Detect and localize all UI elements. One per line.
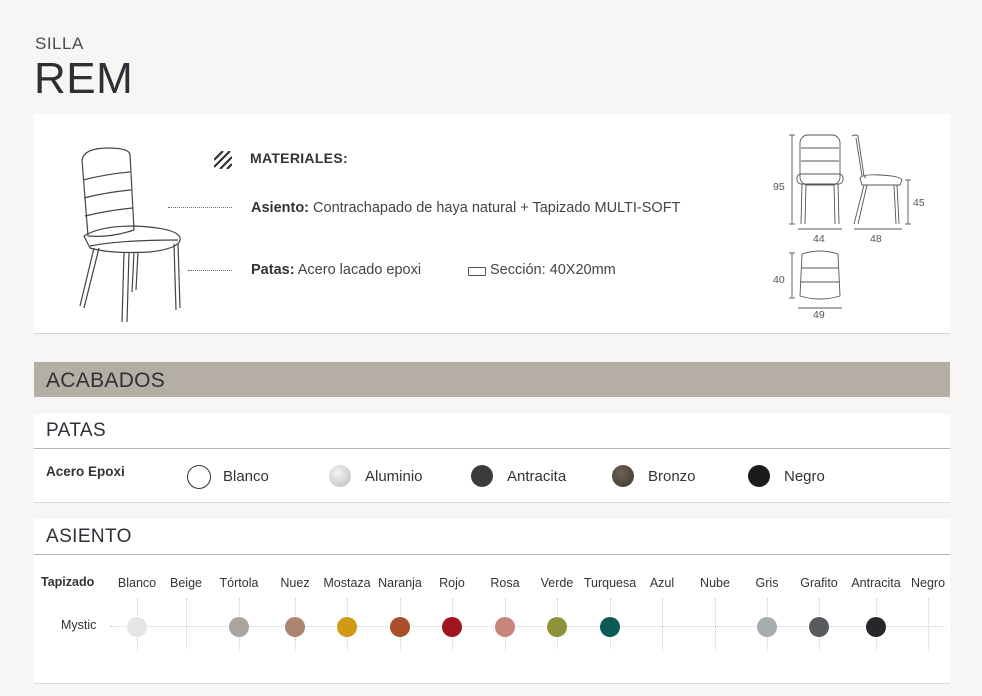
legs-swatch-label: Aluminio: [365, 468, 423, 485]
product-type: SILLA: [35, 34, 84, 53]
fabric-swatch-mostaza[interactable]: [337, 617, 357, 637]
fabric-swatch-gris[interactable]: [757, 617, 777, 637]
fabric-swatch-blanco[interactable]: [127, 617, 147, 637]
fabric-color-header: Naranja: [378, 576, 422, 590]
fabric-row-label: Mystic: [61, 618, 97, 632]
fabric-swatch-grafito[interactable]: [809, 617, 829, 637]
fabric-color-header: Grafito: [800, 576, 838, 590]
finishes-title: ACABADOS: [46, 369, 166, 392]
legs-swatch-label: Blanco: [223, 468, 269, 485]
fabric-swatch-rosa[interactable]: [495, 617, 515, 637]
chair-illustration: [79, 147, 181, 323]
legs-swatch-label: Negro: [784, 468, 825, 485]
fabric-color-header: Mostaza: [323, 576, 371, 590]
fabric-color-header: Beige: [170, 576, 202, 590]
legs-finish-card: [34, 414, 950, 503]
fabric-color-header: Nuez: [280, 576, 310, 590]
fabric-color-header: Azul: [649, 576, 675, 590]
materials-heading: MATERIALES:: [250, 150, 348, 166]
fabric-swatch-verde[interactable]: [547, 617, 567, 637]
fabric-color-header: Gris: [755, 576, 779, 590]
fabric-color-header: Blanco: [117, 576, 157, 590]
section-spec: Sección: 40X20mm: [490, 262, 616, 278]
dimension-drawings: [789, 134, 911, 309]
fabric-color-header: Rosa: [490, 576, 520, 590]
seat-finish-card: [34, 519, 950, 684]
dimension-depth-side: 48: [870, 233, 882, 245]
materials-icon: [214, 151, 232, 169]
legs-swatch-bronzo[interactable]: [612, 465, 634, 487]
fabric-swatch-tórtola[interactable]: [229, 617, 249, 637]
legs-material-text: Acero lacado epoxi: [294, 262, 422, 278]
fabric-color-header: Tórtola: [219, 576, 259, 590]
fabric-swatch-antracita[interactable]: [866, 617, 886, 637]
legs-finish-title: PATAS: [46, 420, 107, 441]
dimension-top-depth: 40: [773, 274, 785, 286]
legs-swatch-label: Antracita: [507, 468, 567, 485]
upholstery-header: Tapizado: [41, 575, 95, 589]
fabric-color-header: Rojo: [439, 576, 465, 590]
legs-swatch-label: Bronzo: [648, 468, 696, 485]
legs-swatch-negro[interactable]: [748, 465, 770, 487]
fabric-color-header: Turquesa: [583, 576, 637, 590]
grid-column-guide: [186, 598, 187, 650]
legs-swatch-aluminio[interactable]: [329, 465, 351, 487]
fabric-swatch-nuez[interactable]: [285, 617, 305, 637]
product-title: REM: [34, 54, 134, 103]
seat-material: Asiento: Contrachapado de haya natural +…: [251, 200, 680, 216]
legs-swatch-antracita[interactable]: [471, 465, 493, 487]
dimension-top-width: 49: [813, 309, 825, 321]
fabric-color-header: Negro: [910, 576, 946, 590]
grid-column-guide: [715, 598, 716, 650]
seat-finish-title: ASIENTO: [46, 526, 132, 547]
seat-leader-line: [168, 207, 232, 208]
seat-material-label: Asiento:: [251, 200, 309, 216]
seat-finish-rule: [34, 554, 950, 555]
legs-swatch-blanco[interactable]: [187, 465, 211, 489]
dimension-seat-height: 45: [913, 197, 925, 209]
legs-leader-line: [188, 270, 232, 271]
grid-column-guide: [662, 598, 663, 650]
dimension-height: 95: [773, 181, 785, 193]
fabric-color-header: Antracita: [851, 576, 901, 590]
seat-material-text: Contrachapado de haya natural + Tapizado…: [309, 200, 681, 216]
fabric-swatch-naranja[interactable]: [390, 617, 410, 637]
fabric-color-header: Verde: [540, 576, 574, 590]
grid-column-guide: [928, 598, 929, 650]
rectangular-section-icon: [468, 267, 486, 276]
legs-row-label: Acero Epoxi: [46, 464, 125, 479]
fabric-color-header: Nube: [700, 576, 730, 590]
legs-finish-rule: [34, 448, 950, 449]
fabric-swatch-turquesa[interactable]: [600, 617, 620, 637]
legs-material-label: Patas:: [251, 262, 295, 278]
finishes-bar: [34, 362, 950, 397]
dimension-width-front: 44: [813, 233, 825, 245]
legs-material: Patas: Acero lacado epoxi: [251, 262, 421, 278]
fabric-swatch-rojo[interactable]: [442, 617, 462, 637]
